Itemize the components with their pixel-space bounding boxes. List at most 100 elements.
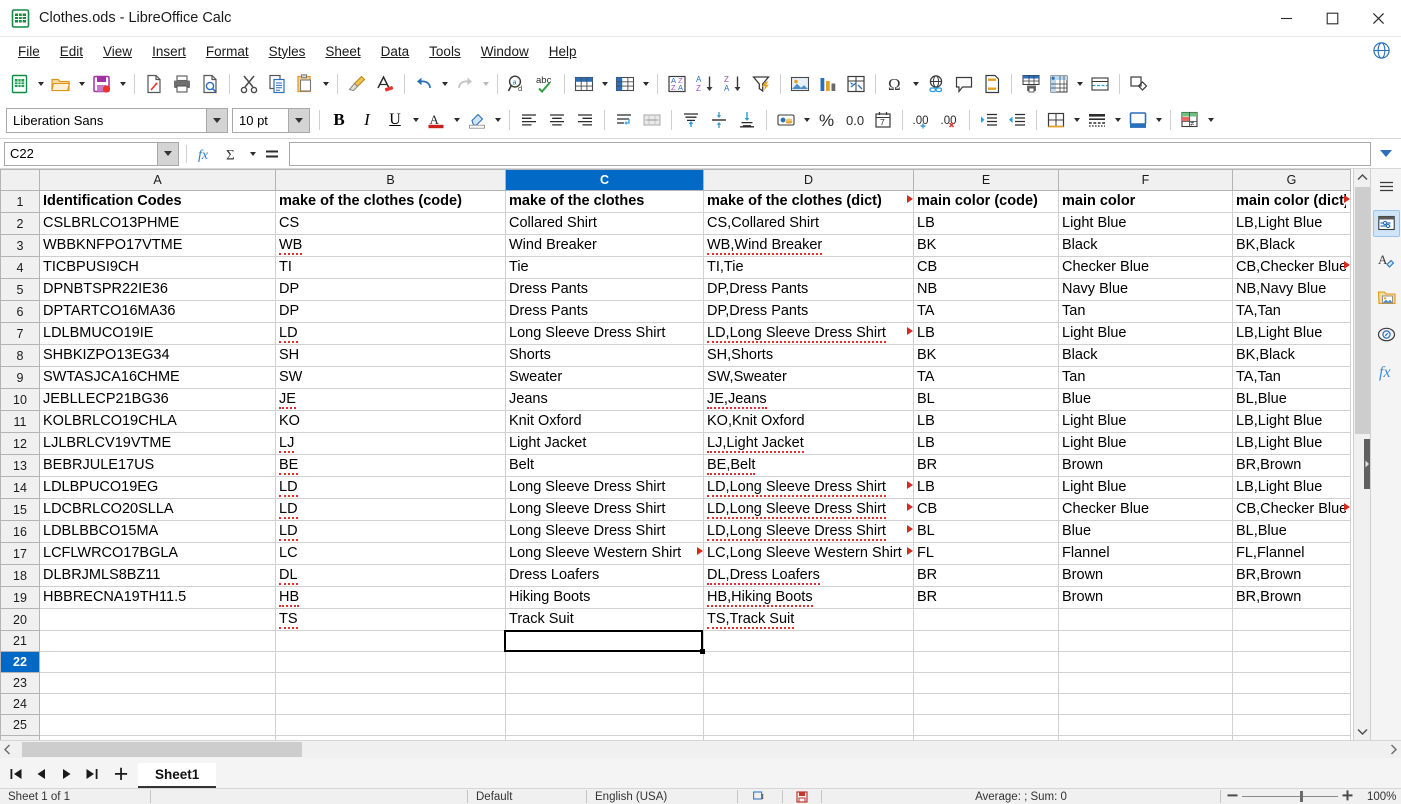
cell-E19[interactable]: BR [913, 586, 1059, 609]
cell-E3[interactable]: BK [913, 234, 1059, 257]
border-style-dropdown-icon[interactable] [1111, 106, 1124, 134]
cell-E22[interactable] [913, 651, 1059, 673]
cell-A9[interactable]: SWTASJCA16CHME [39, 366, 276, 389]
cell-C7[interactable]: Long Sleeve Dress Shirt [505, 322, 704, 345]
cell-A12[interactable]: LJLBRLCV19VTME [39, 432, 276, 455]
cell-D17[interactable]: LC,Long Sleeve Western Shirt [703, 542, 914, 565]
menu-data[interactable]: Data [371, 41, 420, 62]
cell-C23[interactable] [505, 672, 704, 694]
row-header-10[interactable]: 10 [0, 388, 40, 411]
cell-G20[interactable] [1232, 608, 1351, 631]
percent-icon[interactable]: % [813, 106, 841, 134]
cell-F17[interactable]: Flannel [1058, 542, 1233, 565]
cell-B8[interactable]: SH [275, 344, 506, 367]
cell-G25[interactable] [1232, 714, 1351, 736]
cell-E25[interactable] [913, 714, 1059, 736]
cell-C24[interactable] [505, 693, 704, 715]
cell-D20[interactable]: TS,Track Suit [703, 608, 914, 631]
cell-A19[interactable]: HBBRECNA19TH11.5 [39, 586, 276, 609]
borders-icon[interactable] [1042, 106, 1070, 134]
draw-shapes-icon[interactable] [1125, 70, 1153, 98]
underline-button[interactable]: U [381, 106, 409, 134]
currency-dropdown-icon[interactable] [800, 106, 813, 134]
cell-G4[interactable]: CB,Checker Blue [1232, 256, 1351, 279]
equals-icon[interactable] [259, 141, 285, 167]
row-header-15[interactable]: 15 [0, 498, 40, 521]
insert-row-icon[interactable] [570, 70, 598, 98]
column-header-c[interactable]: C [505, 169, 704, 191]
cell-B16[interactable]: LD [275, 520, 506, 543]
cell-A25[interactable] [39, 714, 276, 736]
name-box[interactable]: C22 [4, 141, 179, 166]
cell-E24[interactable] [913, 693, 1059, 715]
row-header-17[interactable]: 17 [0, 542, 40, 565]
align-top-icon[interactable] [677, 106, 705, 134]
scroll-right-icon[interactable] [1385, 744, 1401, 755]
cell-D18[interactable]: DL,Dress Loafers [703, 564, 914, 587]
cell-G6[interactable]: TA,Tan [1232, 300, 1351, 323]
cell-F8[interactable]: Black [1058, 344, 1233, 367]
cell-A10[interactable]: JEBLLECP21BG36 [39, 388, 276, 411]
cell-B12[interactable]: LJ [275, 432, 506, 455]
cell-E4[interactable]: CB [913, 256, 1059, 279]
cell-F10[interactable]: Blue [1058, 388, 1233, 411]
selection-mode-icon[interactable]: I [738, 791, 782, 802]
menu-window[interactable]: Window [471, 41, 539, 62]
new-spreadsheet-icon[interactable] [6, 70, 34, 98]
cell-B22[interactable] [275, 651, 506, 673]
row-header-9[interactable]: 9 [0, 366, 40, 389]
cell-F19[interactable]: Brown [1058, 586, 1233, 609]
number-format-icon[interactable]: 0.0 [841, 106, 869, 134]
align-center-icon[interactable] [543, 106, 571, 134]
row-header-19[interactable]: 19 [0, 586, 40, 609]
cell-B2[interactable]: CS [275, 212, 506, 235]
cell-G18[interactable]: BR,Brown [1232, 564, 1351, 587]
print-preview-icon[interactable] [196, 70, 224, 98]
add-sheet-button[interactable]: + [104, 760, 138, 788]
wrap-text-icon[interactable] [610, 106, 638, 134]
bar-chart-icon[interactable] [814, 70, 842, 98]
zoom-in-icon[interactable] [1342, 789, 1353, 804]
cell-E6[interactable]: TA [913, 300, 1059, 323]
cell-D1[interactable]: make of the clothes (dict) [703, 190, 914, 213]
cell-C17[interactable]: Long Sleeve Western Shirt [505, 542, 704, 565]
font-size-combobox[interactable]: 10 pt [232, 107, 310, 133]
menu-sheet[interactable]: Sheet [315, 41, 370, 62]
cell-C1[interactable]: make of the clothes [505, 190, 704, 213]
row-header-22[interactable]: 22 [0, 651, 40, 673]
minimize-button[interactable] [1263, 0, 1309, 37]
cell-B6[interactable]: DP [275, 300, 506, 323]
freeze-panes-icon[interactable] [1045, 70, 1073, 98]
merge-cells-icon[interactable] [638, 106, 666, 134]
save-icon[interactable] [88, 70, 116, 98]
cell-D7[interactable]: LD,Long Sleeve Dress Shirt [703, 322, 914, 345]
highlight-color-icon[interactable] [463, 106, 491, 134]
calendar-date-icon[interactable]: 7 [869, 106, 897, 134]
menu-styles[interactable]: Styles [259, 41, 316, 62]
cell-C5[interactable]: Dress Pants [505, 278, 704, 301]
cell-E9[interactable]: TA [913, 366, 1059, 389]
sort-descending-icon[interactable]: ZA [719, 70, 747, 98]
font-size-dropdown-icon[interactable] [288, 108, 309, 132]
cell-D8[interactable]: SH,Shorts [703, 344, 914, 367]
align-left-icon[interactable] [515, 106, 543, 134]
cell-D3[interactable]: WB,Wind Breaker [703, 234, 914, 257]
functions-fx-icon[interactable]: fx [1373, 358, 1400, 385]
cell-E21[interactable] [913, 630, 1059, 652]
sort-az-za-icon[interactable]: AZZA [663, 70, 691, 98]
cell-B9[interactable]: SW [275, 366, 506, 389]
cell-C20[interactable]: Track Suit [505, 608, 704, 631]
cell-A4[interactable]: TICBPUSI9CH [39, 256, 276, 279]
cell-B20[interactable]: TS [275, 608, 506, 631]
cell-F20[interactable] [1058, 608, 1233, 631]
styles-icon[interactable]: A [1373, 247, 1400, 274]
row-header-3[interactable]: 3 [0, 234, 40, 257]
cell-F25[interactable] [1058, 714, 1233, 736]
cell-D10[interactable]: JE,Jeans [703, 388, 914, 411]
border-style-icon[interactable] [1083, 106, 1111, 134]
row-header-20[interactable]: 20 [0, 608, 40, 631]
open-folder-icon[interactable] [47, 70, 75, 98]
status-page-style[interactable]: Default [468, 791, 586, 803]
cell-E18[interactable]: BR [913, 564, 1059, 587]
printer-icon[interactable] [168, 70, 196, 98]
